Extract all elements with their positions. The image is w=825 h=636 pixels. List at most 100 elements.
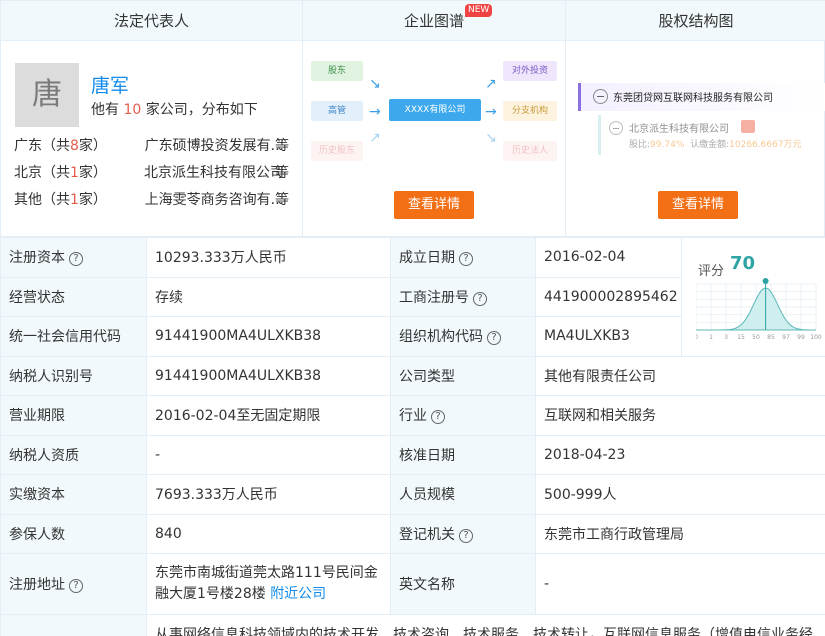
company-type-label: 公司类型 [390, 355, 536, 396]
equity-structure-preview[interactable]: 东莞团贷网互联网科技服务有限公司 北京派生科技有限公司 股比:99.74% 认缴… [578, 81, 825, 161]
legal-rep-card: 法定代表人 唐 唐军 他有 10 家公司，分布如下 广东（共8家） 广东硕博投资… [1, 1, 303, 238]
company-type-value: 其他有限责任公司 [535, 355, 825, 396]
legal-rep-name-link[interactable]: 唐军 [91, 71, 129, 98]
taxpayer-id-value: 91441900MA4ULXKB38 [146, 355, 391, 396]
help-icon[interactable]: ? [459, 528, 473, 543]
score-tick-label: 85 [767, 334, 775, 341]
help-icon[interactable]: ? [459, 252, 473, 267]
score-tick-label: 100 [810, 334, 822, 341]
staff-value: 500-999人 [535, 474, 825, 515]
score-tick-label: 15 [737, 334, 745, 341]
term-value: 2016-02-04至无固定期限 [146, 395, 391, 436]
score-tick-label: 0 [696, 334, 698, 341]
help-icon[interactable]: ? [431, 410, 445, 425]
score-tick-label: 97 [782, 334, 790, 341]
graph-node-branch: 分支机构 [503, 101, 557, 121]
reg-capital-value: 10293.333万人民币 [146, 237, 391, 278]
found-date-value: 2016-02-04 [535, 237, 682, 278]
graph-detail-button[interactable]: 查看详情 [394, 191, 474, 219]
staff-label: 人员规模 [390, 474, 536, 515]
taxpayer-id-label: 纳税人识别号 [0, 355, 147, 396]
region-more-link[interactable]: 等 [275, 189, 289, 211]
authority-label: 登记机关? [390, 513, 536, 554]
help-icon[interactable]: ? [487, 331, 501, 346]
status-label: 经营状态 [0, 276, 147, 317]
table-row: 营业期限 2016-02-04至无固定期限 行业? 互联网和相关服务 [0, 395, 825, 436]
count-suffix: 家公司，分布如下 [145, 102, 258, 118]
distribution-row: 北京（共1家） 北京派生科技有限公司 等 [14, 162, 294, 184]
equity-child-meta: 股比:99.74% 认缴金额:10266.6667万元 [629, 140, 802, 150]
table-row: 从事网络信息科技领域内的技术开发、技术咨询、技术服务、技术转让，互联网信息服务（… [0, 614, 825, 636]
graph-node-investment: 对外投资 [503, 61, 557, 81]
address-value: 东莞市南城街道莞太路111号民间金融大厦1号楼28楼 附近公司 [146, 553, 391, 615]
count-number[interactable]: 10 [123, 102, 141, 118]
industry-value: 互联网和相关服务 [535, 395, 825, 436]
score-tick-label: 99 [797, 334, 805, 341]
graph-node-executive: 高管 [311, 101, 363, 121]
org-code-label: 组织机构代码? [390, 316, 536, 357]
summary-panel: 法定代表人 唐 唐军 他有 10 家公司，分布如下 广东（共8家） 广东硕博投资… [0, 0, 825, 238]
reg-capital-label: 注册资本? [0, 237, 147, 278]
graph-node-center: XXXX有限公司 [389, 99, 481, 121]
nearby-company-link[interactable]: 附近公司 [270, 586, 326, 602]
equity-detail-button[interactable]: 查看详情 [658, 191, 738, 219]
taxpayer-qual-value: - [146, 434, 391, 475]
scope-label [0, 614, 147, 636]
graph-node-history-shareholder: 历史股东 [311, 141, 363, 161]
collapse-icon [593, 89, 608, 104]
score-tick-label: 50 [752, 334, 760, 341]
score-cell[interactable]: 评分 70 0 1 3 15 50 85 97 99 100 [681, 237, 825, 357]
equity-root-name: 东莞团贷网互联网科技服务有限公司 [613, 93, 773, 104]
score-label: 评分 [698, 264, 725, 279]
biz-reg-no-label: 工商注册号? [390, 276, 536, 317]
taxpayer-qual-label: 纳税人资质 [0, 434, 147, 475]
arrow-icon: ↘ [369, 76, 381, 92]
help-icon[interactable]: ? [69, 252, 83, 267]
arrow-icon: ↗ [485, 76, 497, 92]
help-icon[interactable]: ? [69, 579, 83, 593]
arrow-icon: → [369, 104, 381, 120]
region-more-link[interactable]: 等 [275, 135, 289, 157]
table-row: 注册资本? 10293.333万人民币 成立日期? 2016-02-04 评分 … [0, 237, 825, 357]
arrow-icon: ↗ [369, 130, 381, 146]
approve-date-label: 核准日期 [390, 434, 536, 475]
graph-node-shareholder: 股东 [311, 61, 363, 81]
table-row: 实缴资本 7693.333万人民币 人员规模 500-999人 [0, 474, 825, 515]
score-tick-label: 1 [709, 334, 713, 341]
tag-icon [741, 120, 755, 133]
region-label: 北京（共1家） [14, 165, 107, 181]
credit-code-value: 91441900MA4ULXKB38 [146, 316, 391, 357]
equity-child-node: 北京派生科技有限公司 股比:99.74% 认缴金额:10266.6667万元 [598, 115, 825, 155]
insured-label: 参保人数 [0, 513, 147, 554]
status-value: 存续 [146, 276, 391, 317]
rep-company-count: 他有 10 家公司，分布如下 [91, 99, 258, 119]
legal-rep-header: 法定代表人 [1, 1, 302, 41]
region-company-link[interactable]: 北京派生科技有限公司 [124, 162, 284, 184]
region-more-link[interactable]: 等 [275, 162, 289, 184]
table-row: 纳税人资质 - 核准日期 2018-04-23 [0, 434, 825, 475]
collapse-icon [609, 121, 623, 135]
region-company-link[interactable]: 上海雯苓商务咨询有... [124, 189, 284, 211]
count-prefix: 他有 [91, 102, 119, 118]
approve-date-value: 2018-04-23 [535, 434, 825, 475]
term-label: 营业期限 [0, 395, 147, 436]
graph-node-history-legal: 历史法人 [503, 141, 557, 161]
equity-structure-header: 股权结构图 [566, 1, 825, 41]
score-value: 70 [730, 253, 756, 274]
enterprise-graph-card: 企业图谱 NEW 股东 高管 历史股东 ↘ → ↗ XXXX有限公司 ↗ → ↘… [303, 1, 566, 238]
region-company-link[interactable]: 广东硕博投资发展有... [124, 135, 284, 157]
new-badge: NEW [465, 4, 493, 17]
biz-reg-no-value: 441900002895462 [535, 276, 682, 317]
enterprise-graph-preview[interactable]: 股东 高管 历史股东 ↘ → ↗ XXXX有限公司 ↗ → ↘ 对外投资 分支机… [303, 51, 566, 161]
arrow-icon: → [485, 104, 497, 120]
insured-value: 840 [146, 513, 391, 554]
help-icon[interactable]: ? [473, 291, 487, 306]
address-label: 注册地址? [0, 553, 147, 615]
equity-child-name: 北京派生科技有限公司 [629, 124, 729, 135]
enterprise-graph-header: 企业图谱 NEW [303, 1, 565, 41]
region-label: 其他（共1家） [14, 192, 107, 208]
authority-value: 东莞市工商行政管理局 [535, 513, 825, 554]
industry-label: 行业? [390, 395, 536, 436]
table-row: 参保人数 840 登记机关? 东莞市工商行政管理局 [0, 513, 825, 554]
credit-code-label: 统一社会信用代码 [0, 316, 147, 357]
